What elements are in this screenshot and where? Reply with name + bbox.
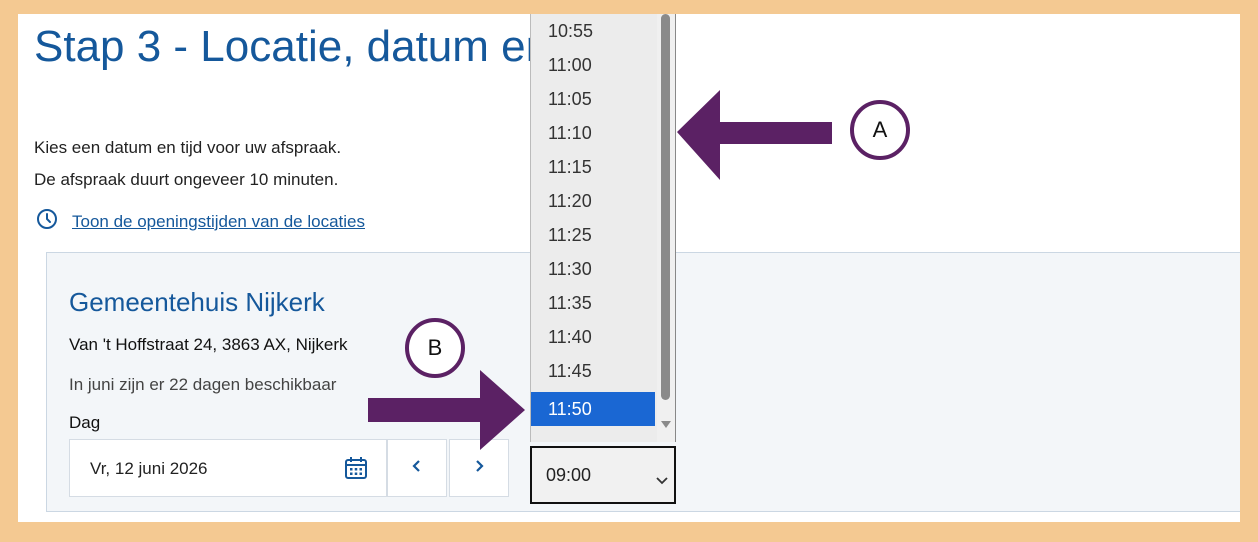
annotation-arrows [368,90,832,450]
annotation-a-label: A [872,117,888,142]
annotation-b-label: B [427,335,443,360]
annotation-a-badge: A [850,100,910,160]
annotation-b-badge: B [405,318,465,378]
arrow-a-icon [677,90,832,180]
arrow-b-icon [368,370,525,450]
